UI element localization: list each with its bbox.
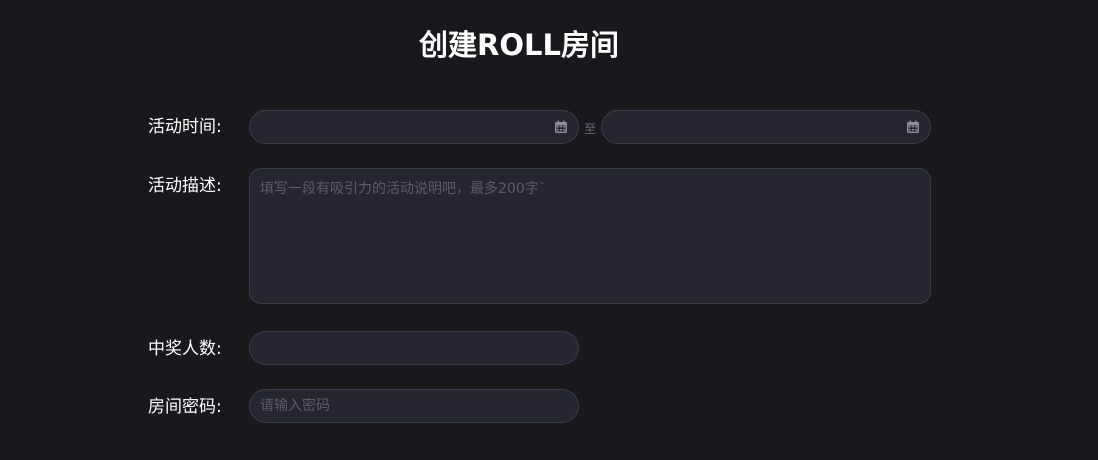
winners-count-label: 中奖人数:	[148, 339, 222, 359]
end-date-picker[interactable]	[601, 110, 931, 144]
start-date-input[interactable]	[250, 111, 578, 143]
activity-description-label: 活动描述:	[148, 176, 222, 196]
date-range-separator: 至	[584, 122, 597, 136]
room-password-field[interactable]	[249, 389, 579, 423]
calendar-icon[interactable]	[906, 120, 920, 134]
room-password-label: 房间密码:	[148, 397, 222, 417]
password-input[interactable]	[250, 390, 578, 422]
start-date-picker[interactable]	[249, 110, 579, 144]
winners-count-field[interactable]	[249, 331, 579, 365]
create-roll-room-page: 创建ROLL房间 活动时间: 至 活动描述: 填写一段有吸引力的活动说明吧，最多…	[0, 0, 1098, 460]
description-field[interactable]	[249, 168, 931, 304]
page-title: 创建ROLL房间	[419, 28, 619, 62]
calendar-icon[interactable]	[554, 120, 568, 134]
description-textarea[interactable]	[250, 169, 930, 303]
activity-time-label: 活动时间:	[148, 117, 222, 137]
winners-count-input[interactable]	[250, 332, 578, 364]
end-date-input[interactable]	[602, 111, 930, 143]
